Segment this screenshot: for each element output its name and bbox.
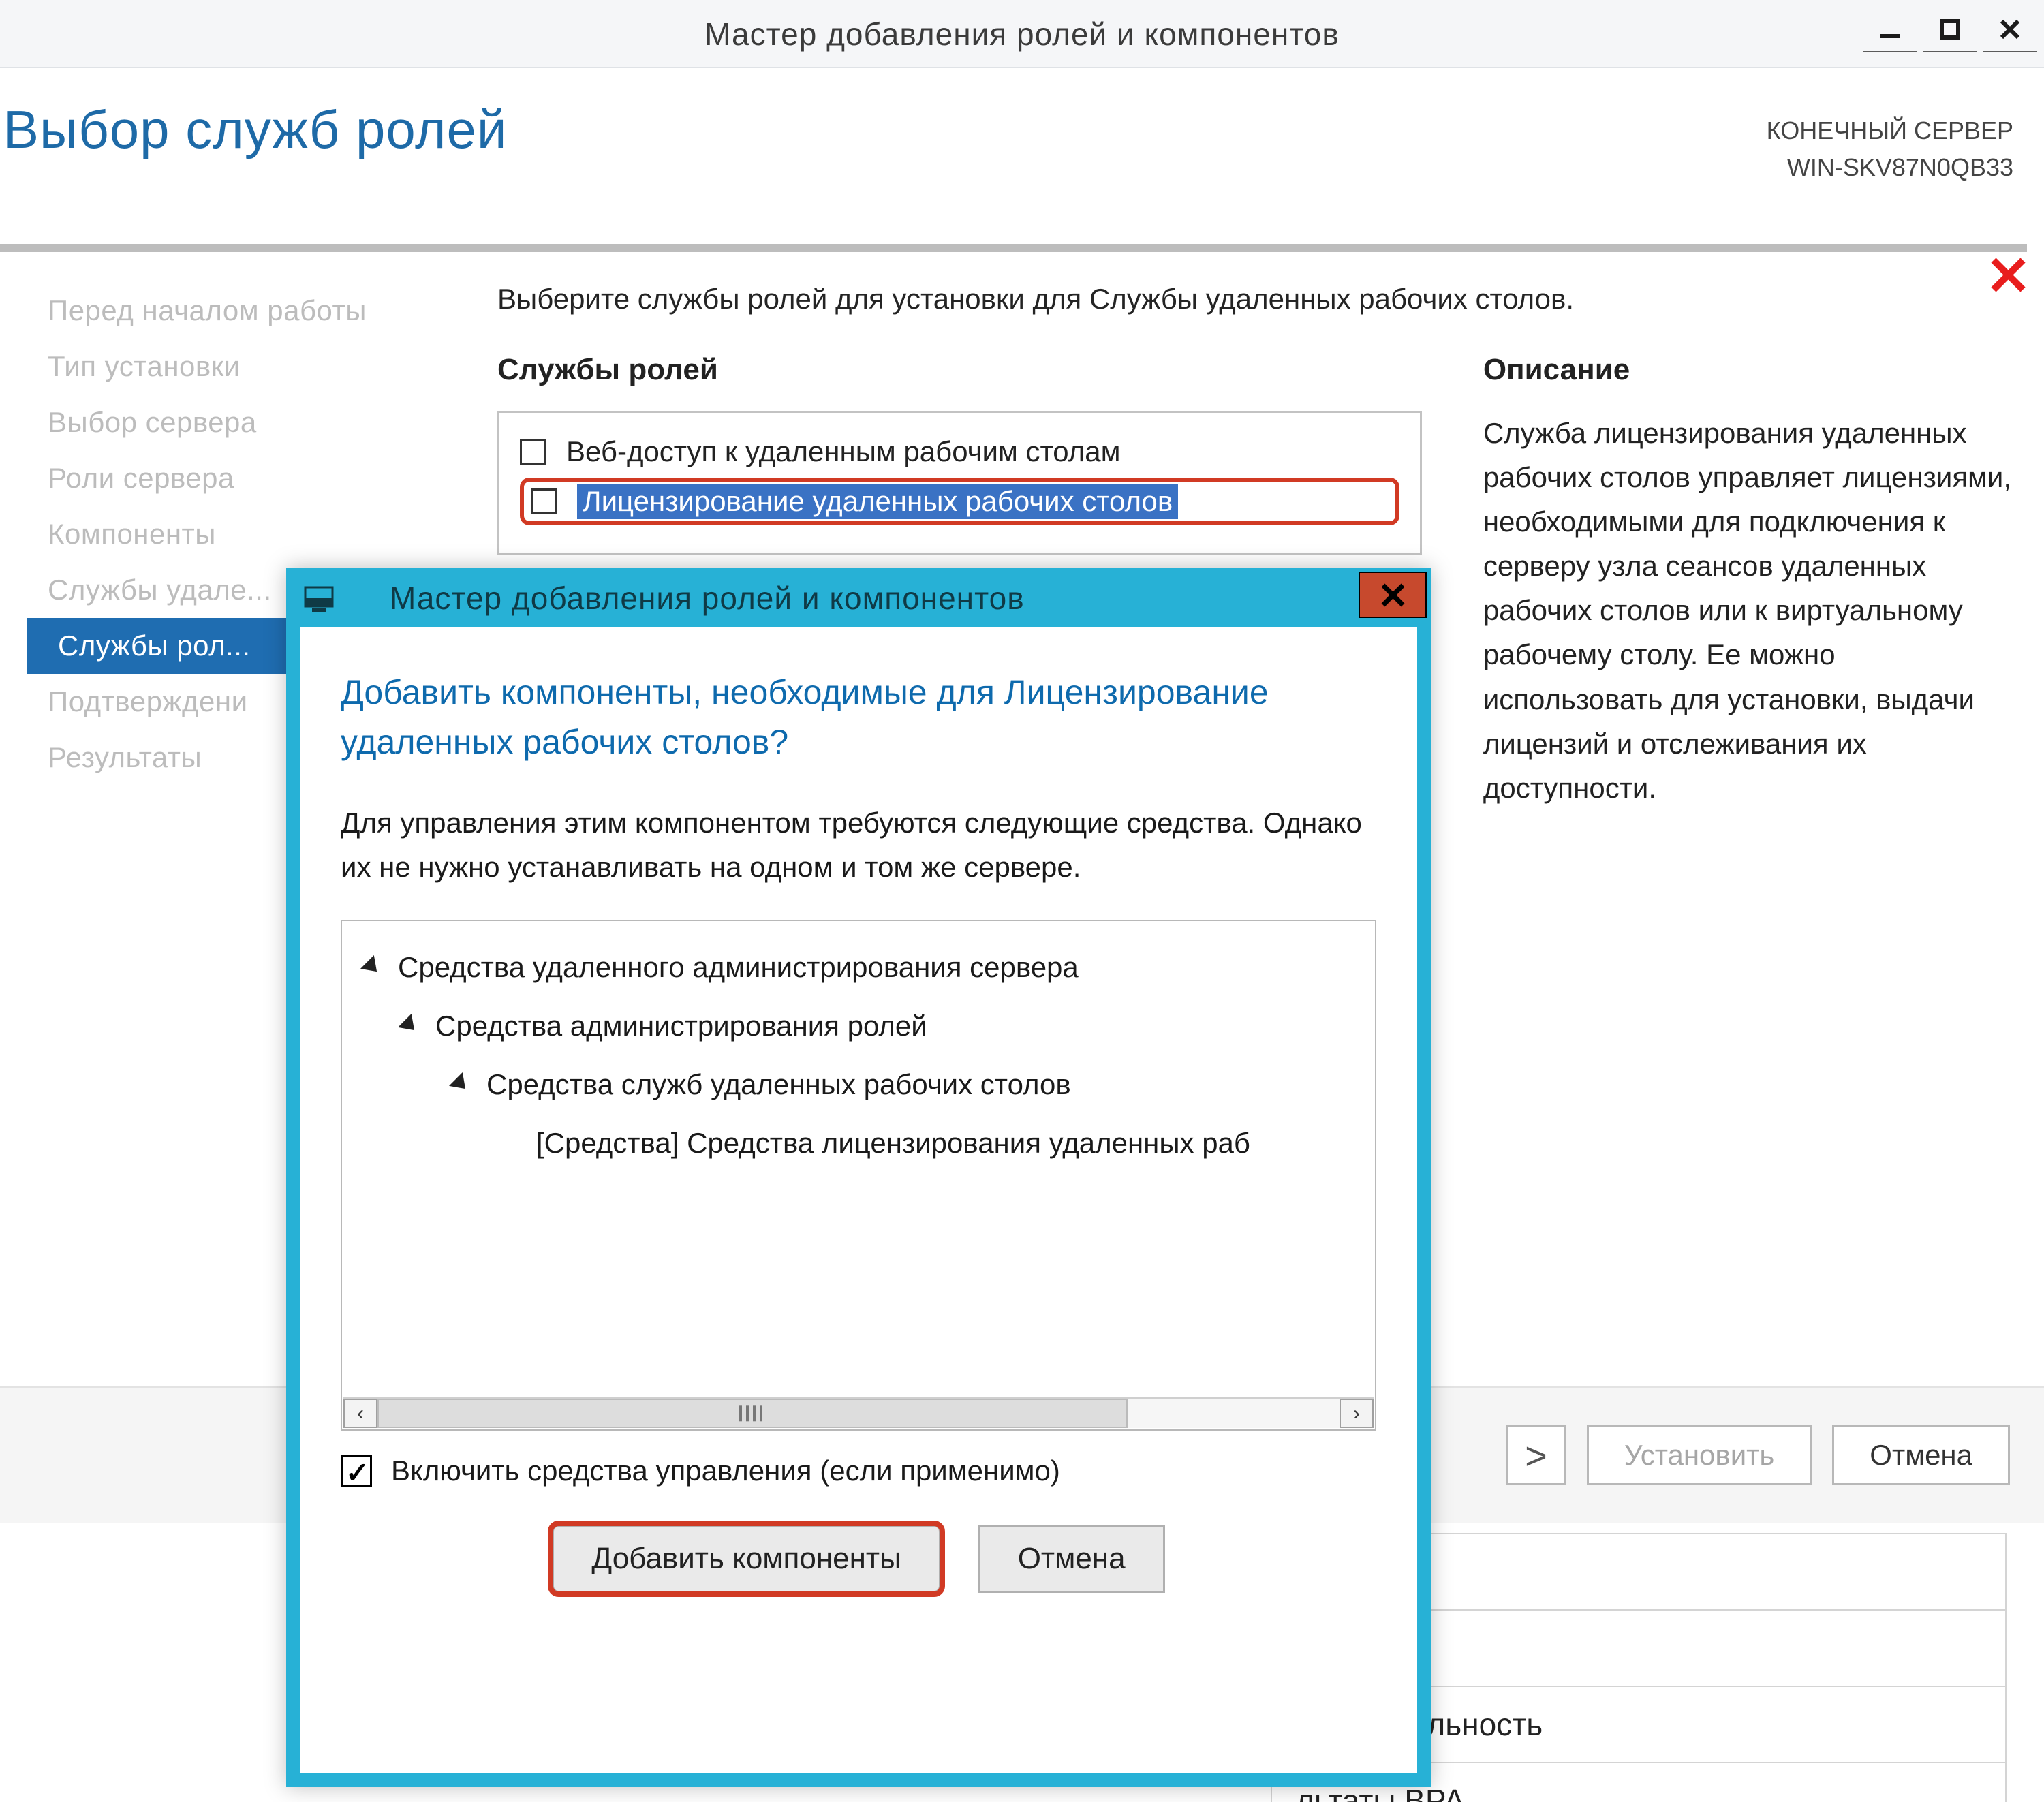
header-divider [0, 244, 2027, 252]
roles-heading: Службы ролей [497, 353, 1422, 387]
dialog-close-button[interactable] [1359, 572, 1427, 618]
dialog-titlebar: Мастер добавления ролей и компонентов [288, 569, 1429, 627]
dialog-body: Добавить компоненты, необходимые для Лиц… [300, 627, 1417, 1613]
role-label: Лицензирование удаленных рабочих столов [577, 484, 1178, 519]
role-web-access[interactable]: Веб-доступ к удаленным рабочим столам [520, 430, 1399, 473]
checkbox-icon[interactable] [531, 488, 557, 514]
role-services-box: Веб-доступ к удаленным рабочим столам Ли… [497, 411, 1422, 555]
install-button[interactable]: Установить [1587, 1425, 1812, 1485]
description-column: Описание Служба лицензирования удаленных… [1483, 353, 2013, 810]
close-button[interactable] [1983, 7, 2037, 52]
scroll-right-button[interactable]: › [1340, 1399, 1374, 1428]
nav-before-you-begin[interactable]: Перед началом работы [34, 283, 477, 339]
role-label: Веб-доступ к удаленным рабочим столам [566, 435, 1120, 468]
nav-install-type[interactable]: Тип установки [34, 339, 477, 394]
nav-server-roles[interactable]: Роли сервера [34, 450, 477, 506]
page-title: Выбор служб ролей [0, 99, 2044, 161]
header: Выбор служб ролей КОНЕЧНЫЙ СЕРВЕР WIN-SK… [0, 68, 2044, 252]
maximize-button[interactable] [1923, 7, 1977, 52]
system-buttons [1857, 7, 2037, 52]
checkbox-icon[interactable] [520, 439, 546, 465]
dialog-heading: Добавить компоненты, необходимые для Лиц… [341, 668, 1376, 766]
dialog-cancel-button[interactable]: Отмена [978, 1525, 1165, 1593]
include-tools-checkbox[interactable]: ✓ Включить средства управления (если при… [341, 1455, 1376, 1487]
minimize-button[interactable] [1863, 7, 1917, 52]
body: Перед началом работы Тип установки Выбор… [0, 252, 2044, 273]
intro-text: Выберите службы ролей для установки для … [497, 283, 2013, 315]
feature-tree: Средства удаленного администрирования се… [341, 920, 1376, 1431]
cancel-button[interactable]: Отмена [1832, 1425, 2010, 1485]
description-heading: Описание [1483, 353, 2013, 387]
tree-node[interactable]: Средства администрирования ролей [362, 997, 1354, 1055]
tree-node[interactable]: Средства удаленного администрирования се… [362, 938, 1354, 997]
expand-icon[interactable] [398, 1014, 421, 1037]
dialog-buttons: Добавить компоненты Отмена [341, 1525, 1376, 1593]
role-rd-licensing[interactable]: Лицензирование удаленных рабочих столов [520, 478, 1399, 525]
description-text: Служба лицензирования удаленных рабочих … [1483, 411, 2013, 810]
scroll-left-button[interactable]: ‹ [343, 1399, 377, 1428]
destination-server: КОНЕЧНЫЙ СЕРВЕР WIN-SKV87N0QB33 [1767, 112, 2013, 186]
titlebar: Мастер добавления ролей и компонентов [0, 0, 2044, 68]
server-manager-icon [303, 582, 335, 615]
server-name: WIN-SKV87N0QB33 [1767, 149, 2013, 186]
tree-node[interactable]: Средства служб удаленных рабочих столов [362, 1055, 1354, 1114]
add-features-button[interactable]: Добавить компоненты [552, 1525, 940, 1593]
next-button[interactable]: > [1506, 1425, 1566, 1485]
nav-features[interactable]: Компоненты [34, 506, 477, 562]
wizard-window: Мастер добавления ролей и компонентов Вы… [0, 0, 2044, 1802]
scroll-thumb[interactable] [377, 1399, 1128, 1428]
dialog-text: Для управления этим компонентом требуютс… [341, 801, 1376, 889]
horizontal-scrollbar[interactable]: ‹ › [343, 1397, 1374, 1428]
expand-icon[interactable] [449, 1072, 472, 1096]
checkbox-icon[interactable]: ✓ [341, 1455, 372, 1487]
expand-icon[interactable] [360, 955, 384, 978]
add-features-dialog: Мастер добавления ролей и компонентов До… [286, 568, 1431, 1787]
nav-server-selection[interactable]: Выбор сервера [34, 394, 477, 450]
window-title: Мастер добавления ролей и компонентов [704, 16, 1340, 52]
scroll-track[interactable] [377, 1399, 1340, 1428]
checkbox-label: Включить средства управления (если приме… [391, 1455, 1060, 1487]
dialog-title: Мастер добавления ролей и компонентов [390, 580, 1025, 617]
server-label: КОНЕЧНЫЙ СЕРВЕР [1767, 112, 2013, 149]
tree-leaf[interactable]: [Средства] Средства лицензирования удале… [362, 1114, 1354, 1172]
